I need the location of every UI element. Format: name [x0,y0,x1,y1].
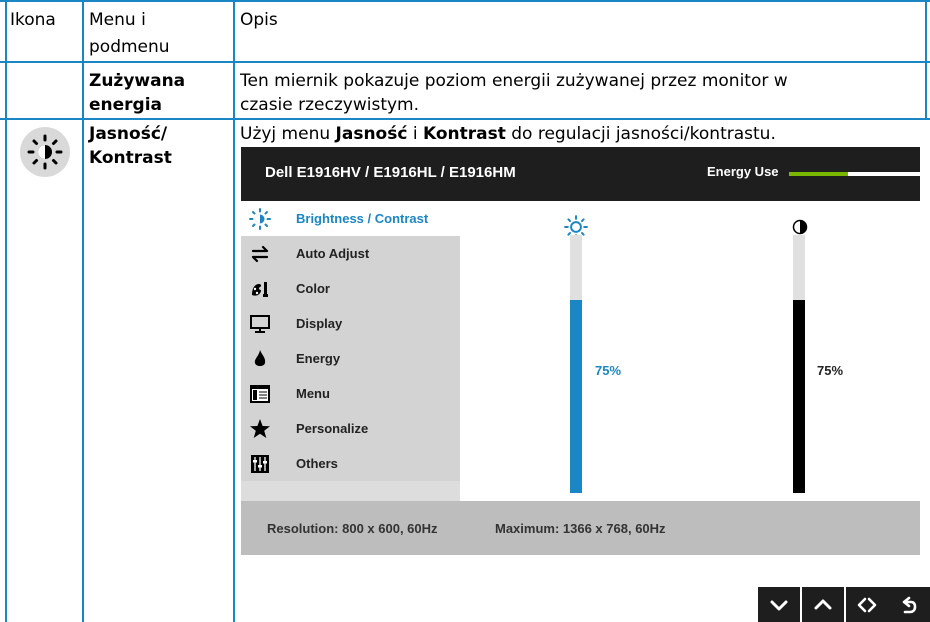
chevron-down-icon [770,600,788,611]
row2-desc-part1: Użyj menu [240,124,336,144]
left-right-icon [857,597,877,613]
table-rule [233,0,235,622]
header-description: Opis [240,10,278,30]
brightness-value: 75% [595,363,622,378]
osd-header: Dell E1916HV / E1916HL / E1916HM Energy … [241,147,920,201]
row2-menu: Jasność/ Kontrast [89,124,172,168]
osd-window: Dell E1916HV / E1916HL / E1916HM Energy … [241,147,920,555]
row1-menu-line2: energia [89,95,163,115]
color-icon [252,282,268,297]
osd-menu: Brightness / Contrast Auto Adjust Color [241,201,460,501]
menu-item-label: Display [296,316,343,331]
header-menu-line2: podmenu [89,37,170,57]
menu-item-auto-adjust[interactable]: Auto Adjust [241,236,460,271]
enter-button[interactable] [846,587,888,622]
menu-item-label: Color [296,281,330,296]
star-icon [250,419,270,438]
contrast-value: 75% [817,363,844,378]
chevron-up-icon [814,599,832,610]
table-rule [0,118,930,120]
document-table: Ikona Menu i podmenu Opis Zużywana energ… [0,0,930,622]
others-icon [251,455,269,473]
menu-item-label: Others [296,456,338,471]
up-button[interactable] [802,587,844,622]
menu-item-brightness-contrast[interactable]: Brightness / Contrast [241,201,460,236]
menu-item-label: Brightness / Contrast [296,211,429,226]
row2-desc-bold1: Jasność [335,124,408,144]
brightness-icon [249,208,271,230]
row1-menu: Zużywana energia [89,71,185,115]
back-button[interactable] [888,587,930,622]
menu-item-label: Energy [296,351,341,366]
row1-description: Ten miernik pokazuje poziom energii zuży… [240,71,788,115]
osd-title: Dell E1916HV / E1916HL / E1916HM [265,164,516,181]
contrast-slider[interactable] [793,235,805,493]
row1-desc-line2: czasie rzeczywistym. [240,95,420,115]
row2-desc-part2: i [407,124,423,144]
brightness-slider-fill [570,299,582,493]
maximum-resolution-text: Maximum: 1366 x 768, 60Hz [495,521,666,536]
row2-description: Użyj menu Jasność i Kontrast do regulacj… [240,124,776,144]
brightness-slider[interactable] [570,235,582,493]
contrast-slider-fill [793,299,805,493]
energy-icon [254,350,266,366]
row2-menu-line1: Jasność/ [89,124,168,144]
table-rule [82,0,84,622]
menu-item-others[interactable]: Others [241,446,460,481]
auto-adjust-icon [251,245,269,263]
row2-menu-line2: Kontrast [89,148,172,168]
table-rule [0,0,930,2]
osd-content: 75% 75% [460,201,920,501]
menu-item-personalize[interactable]: Personalize [241,411,460,446]
table-rule [0,61,930,63]
row1-desc-line1: Ten miernik pokazuje poziom energii zuży… [240,71,788,91]
row2-desc-part3: do regulacji jasności/kontrastu. [505,124,776,144]
menu-item-color[interactable]: Color [241,271,460,306]
header-icon: Ikona [10,10,56,30]
osd-status-bar: Resolution: 800 x 600, 60Hz Maximum: 136… [241,501,920,555]
energy-use-meter [789,172,920,176]
energy-use-label: Energy Use [707,164,779,179]
row2-desc-bold2: Kontrast [422,124,506,144]
row1-menu-line1: Zużywana [89,71,186,91]
brightness-icon [20,127,70,177]
table-rule [925,0,927,120]
energy-use-fill [789,172,848,176]
menu-item-label: Auto Adjust [296,246,370,261]
back-icon [902,596,917,614]
display-icon [250,315,270,333]
menu-item-energy[interactable]: Energy [241,341,460,376]
resolution-text: Resolution: 800 x 600, 60Hz [267,521,438,536]
menu-item-label: Menu [296,386,330,401]
table-rule [5,0,7,622]
menu-icon [250,385,270,403]
menu-item-menu[interactable]: Menu [241,376,460,411]
down-button[interactable] [758,587,800,622]
menu-item-label: Personalize [296,421,369,436]
menu-item-display[interactable]: Display [241,306,460,341]
contrast-icon [792,219,808,235]
header-menu: Menu i [89,10,146,30]
